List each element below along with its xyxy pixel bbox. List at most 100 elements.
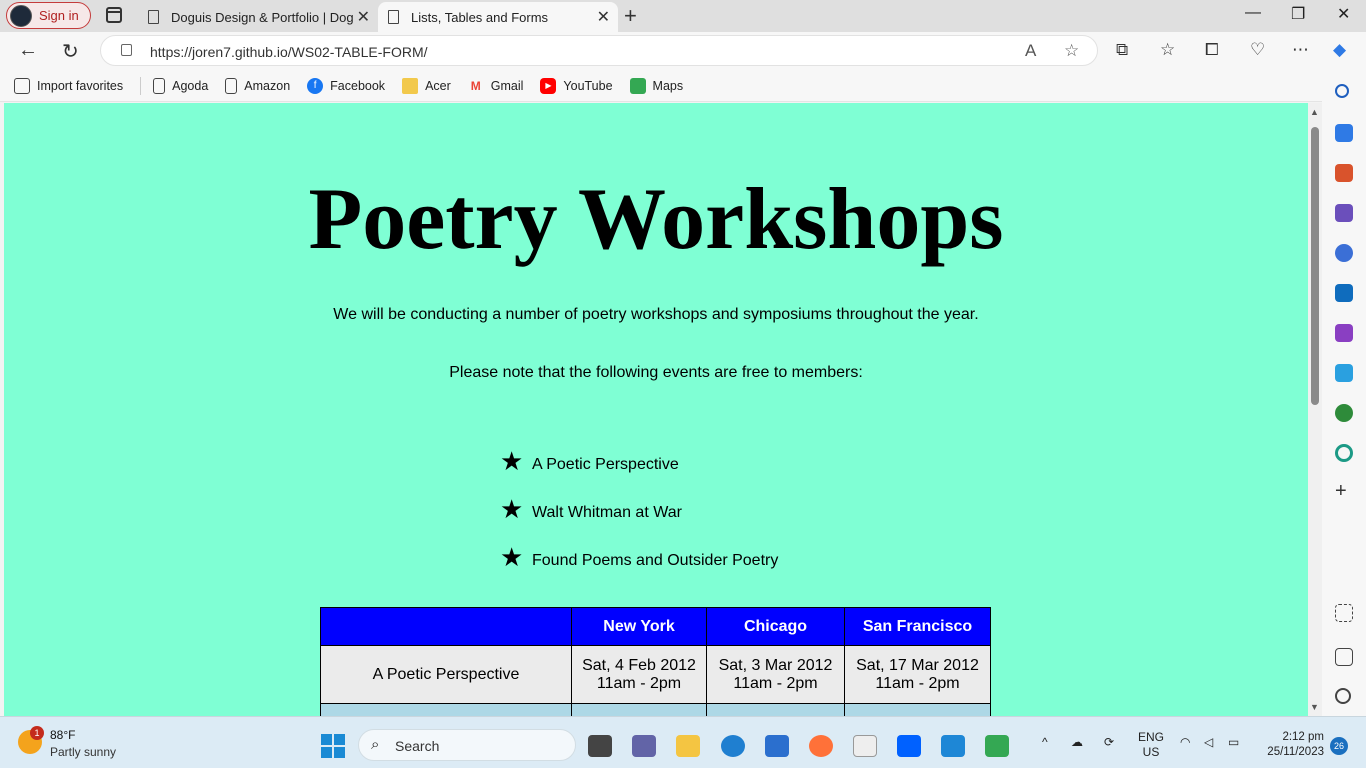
- tab-title: Lists, Tables and Forms: [411, 9, 549, 25]
- favorites-icon[interactable]: ☆: [1160, 40, 1175, 60]
- tab-strip: Sign in Doguis Design & Portfolio | Dog …: [0, 0, 1366, 32]
- screenshot-icon[interactable]: [1335, 604, 1353, 622]
- tab-title: Doguis Design & Portfolio | Dog: [171, 9, 354, 25]
- favorite-facebook[interactable]: f Facebook: [307, 77, 385, 94]
- profile-avatar: [10, 4, 32, 27]
- settings-icon[interactable]: [1335, 688, 1351, 704]
- table-row: A Poetic Perspective Sat, 4 Feb 2012 11am…: [320, 645, 991, 704]
- window-close-icon[interactable]: ✕: [1337, 4, 1350, 24]
- dropbox-icon[interactable]: [897, 735, 921, 757]
- task-view-icon[interactable]: [588, 735, 612, 757]
- start-button[interactable]: [321, 734, 345, 758]
- split-screen-icon[interactable]: ⧉: [1116, 40, 1128, 60]
- star-icon: ★: [500, 493, 524, 524]
- copilot-icon[interactable]: ◆: [1333, 40, 1346, 60]
- address-bar[interactable]: https://joren7.github.io/WS02-TABLE-FORM…: [100, 35, 1098, 66]
- schedule-table: New York Chicago San Francisco A Poetic …: [320, 607, 991, 716]
- tab-lists-tables[interactable]: Lists, Tables and Forms ✕: [378, 2, 618, 32]
- tab-doguis[interactable]: Doguis Design & Portfolio | Dog ✕: [138, 2, 378, 32]
- star-icon: ★: [500, 445, 524, 476]
- cloud-icon[interactable]: ☁: [1071, 735, 1083, 749]
- designer-icon[interactable]: [1335, 324, 1353, 342]
- close-icon[interactable]: ✕: [357, 7, 370, 27]
- volume-icon[interactable]: ◁: [1204, 735, 1213, 749]
- collections-icon[interactable]: ⧠: [1205, 40, 1219, 60]
- refresh-icon[interactable]: ↻: [62, 39, 79, 64]
- event-name: Walt Whitman at War: [532, 504, 682, 521]
- event-list: ★ A Poetic Perspective ★ Walt Whitman at W…: [500, 441, 778, 585]
- sign-in-button[interactable]: Sign in: [6, 2, 91, 29]
- send-icon[interactable]: [1335, 364, 1353, 382]
- chevron-up-icon[interactable]: ^: [1042, 735, 1048, 749]
- microsoft-365-icon[interactable]: [1335, 244, 1353, 262]
- tab-actions-icon[interactable]: [106, 7, 122, 23]
- favorite-youtube[interactable]: ▶ YouTube: [540, 77, 613, 94]
- read-aloud-icon[interactable]: A: [1025, 41, 1036, 61]
- search-icon[interactable]: [1335, 84, 1349, 98]
- performance-icon[interactable]: ♡: [1250, 40, 1265, 60]
- favorite-import[interactable]: Import favorites: [14, 77, 123, 94]
- table-cell: [320, 703, 572, 716]
- facebook-icon: f: [307, 77, 324, 94]
- more-icon[interactable]: ⋯: [1292, 40, 1309, 60]
- amazon-icon[interactable]: [853, 735, 877, 757]
- file-explorer-icon[interactable]: [676, 735, 700, 757]
- cell-time: 11am - 2pm: [596, 674, 682, 692]
- sync-icon[interactable]: ⟳: [1104, 735, 1114, 749]
- search-icon: ⌕: [371, 736, 380, 753]
- favorite-star-icon[interactable]: ☆: [1064, 41, 1079, 61]
- close-icon[interactable]: ✕: [597, 7, 610, 27]
- minimize-icon[interactable]: —: [1245, 4, 1261, 22]
- favorite-agoda[interactable]: Agoda: [153, 77, 209, 94]
- favorite-gmail[interactable]: M Gmail: [468, 78, 524, 94]
- new-tab-icon[interactable]: +: [624, 3, 637, 29]
- teams-icon[interactable]: [632, 735, 656, 757]
- clock[interactable]: 2:12 pm 25/11/2023: [1258, 730, 1324, 760]
- weather-badge: 1: [30, 726, 44, 740]
- scroll-down-icon[interactable]: ▼: [1310, 702, 1319, 712]
- scroll-up-icon[interactable]: ▲: [1310, 107, 1319, 117]
- shopping-icon[interactable]: [1335, 124, 1353, 142]
- vertical-scrollbar[interactable]: ▲ ▼: [1308, 103, 1322, 716]
- circle-app-icon[interactable]: [1335, 444, 1353, 462]
- scroll-thumb[interactable]: [1311, 127, 1319, 405]
- edge-icon[interactable]: [721, 735, 745, 757]
- favorite-label: Agoda: [172, 78, 209, 93]
- taskbar-search[interactable]: ⌕ Search: [358, 729, 576, 761]
- table-header-row: New York Chicago San Francisco: [320, 607, 991, 646]
- add-icon[interactable]: +: [1335, 480, 1353, 502]
- play-store-icon[interactable]: [985, 735, 1009, 757]
- favorite-maps[interactable]: Maps: [629, 77, 683, 94]
- back-icon[interactable]: ←: [18, 39, 38, 62]
- language-text: ENG: [1138, 730, 1165, 744]
- table-header-san-francisco: San Francisco: [844, 607, 991, 646]
- table-cell: [844, 703, 991, 716]
- cell-time: 11am - 2pm: [733, 674, 818, 692]
- notification-badge[interactable]: 26: [1330, 737, 1348, 755]
- outlook-icon[interactable]: [1335, 284, 1353, 302]
- restore-icon[interactable]: ❐: [1291, 4, 1305, 24]
- table-cell: [571, 703, 707, 716]
- gmail-icon: M: [470, 78, 481, 93]
- table-header-chicago: Chicago: [706, 607, 845, 646]
- cell-date: Sat, 4 Feb 2012: [582, 656, 696, 674]
- wifi-icon[interactable]: ◠: [1180, 735, 1190, 749]
- store-icon[interactable]: [765, 735, 789, 757]
- sidebar-panel-icon[interactable]: [1335, 648, 1353, 666]
- table-row: [320, 703, 991, 716]
- maps-icon: [629, 77, 646, 94]
- games-icon[interactable]: [1335, 204, 1353, 222]
- url-text[interactable]: https://joren7.github.io/WS02-TABLE-FORM…: [150, 44, 428, 60]
- favorites-bar: Import favorites Agoda Amazon f Facebook…: [0, 70, 1366, 102]
- firefox-icon[interactable]: [809, 735, 833, 757]
- tree-icon[interactable]: [1335, 404, 1353, 422]
- favorite-label: YouTube: [563, 78, 613, 93]
- favorite-amazon[interactable]: Amazon: [225, 77, 291, 94]
- tools-icon[interactable]: [1335, 164, 1353, 182]
- favorite-acer[interactable]: Acer: [402, 77, 451, 94]
- event-cell: A Poetic Perspective: [320, 645, 572, 704]
- language-indicator[interactable]: ENG US: [1138, 730, 1164, 760]
- battery-icon[interactable]: ▭: [1228, 735, 1239, 749]
- vscode-icon[interactable]: [941, 735, 965, 757]
- favorite-label: Amazon: [244, 78, 291, 93]
